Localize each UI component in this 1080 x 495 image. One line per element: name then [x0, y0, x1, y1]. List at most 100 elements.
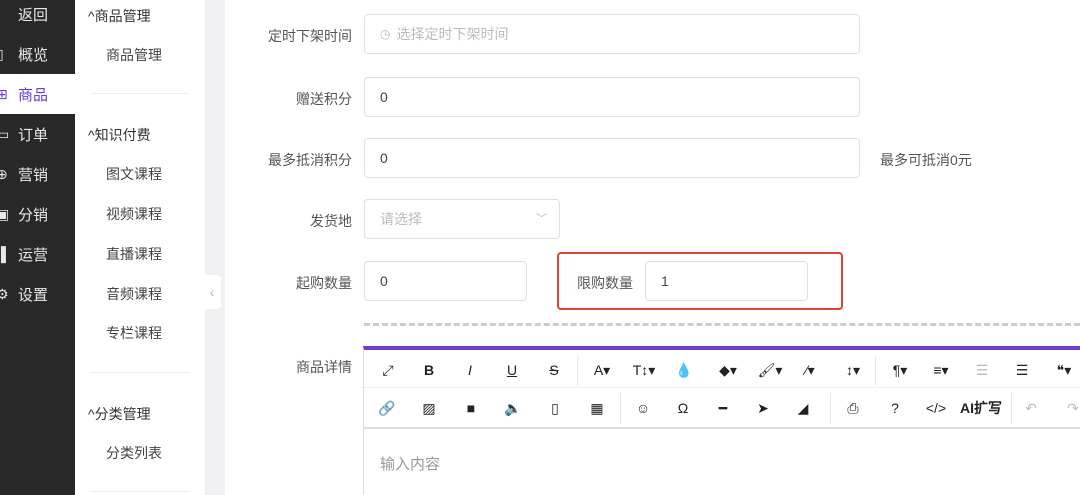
link-button[interactable]: 🔗 — [369, 390, 405, 426]
align-icon: ≡▾ — [933, 361, 949, 378]
select-icon: ➤ — [757, 399, 769, 416]
eraser-button[interactable]: ◢ — [785, 390, 821, 426]
nav-item-orders[interactable]: ▭ 订单 — [0, 114, 75, 154]
image-icon: ▨ — [422, 399, 436, 416]
redo-button[interactable]: ↷ — [1055, 390, 1080, 426]
submenu-group-knowledge[interactable]: ^知识付费 — [88, 125, 151, 145]
outdent-icon: ☰ — [975, 361, 989, 378]
help-button[interactable]: ? — [877, 390, 913, 426]
chevron-down-icon: ﹀ — [536, 213, 547, 225]
clock-icon: ◷ — [380, 27, 391, 41]
order-icon: ▭ — [0, 125, 10, 142]
fullscreen-button[interactable]: ⤢ — [370, 352, 406, 388]
undo-icon: ↶ — [1025, 399, 1037, 416]
submenu-group-category[interactable]: ^分类管理 — [88, 404, 151, 424]
video-button[interactable]: ■ — [453, 390, 489, 426]
underline-button[interactable]: U — [494, 352, 530, 388]
redo-icon: ↷ — [1067, 399, 1079, 416]
limit-buy-value: 1 — [661, 273, 669, 289]
editor-content[interactable]: 输入内容 — [380, 453, 440, 474]
toolbar-separator — [875, 356, 876, 386]
video-icon: ■ — [466, 400, 476, 416]
quote-button[interactable]: ❝▾ — [1046, 352, 1080, 388]
limit-buy-input[interactable]: 1 — [645, 261, 808, 301]
ship-from-label: 发货地 — [310, 213, 352, 229]
bold-icon: B — [423, 362, 435, 378]
submenu-item-category-list[interactable]: 分类列表 — [106, 443, 162, 463]
fullscreen-icon: ⤢ — [382, 361, 394, 378]
main-nav: ‹返回▯概览⊞商品 ▭ 订单 ⊕营销▣分销▐运营⚙设置 — [0, 0, 75, 495]
collapse-submenu-button[interactable]: ‹ — [203, 275, 221, 309]
points-input[interactable]: 0 — [364, 77, 860, 117]
min-buy-value: 0 — [380, 273, 388, 289]
max-deduct-hint: 最多可抵消0元 — [880, 152, 972, 168]
nav-item-distribution[interactable]: ▣ 分销 — [0, 194, 75, 234]
divider — [90, 372, 190, 373]
select-button[interactable]: ➤ — [745, 390, 781, 426]
submenu-group-goods[interactable]: ^商品管理 — [88, 6, 151, 26]
line-height-icon: ↕▾ — [845, 361, 861, 378]
rich-text-editor: ⤢ B I U S A▾ T↕▾ 💧 ◆▾ 🖌▾ ⁄▾ ↕▾ ¶▾ ≡▾ ☰ ☰ ❝▾ 🔗 ▨ ■ 🔈 ▯ ▦ ☺ Ω ━ ➤ ◢ ⎙… — [363, 346, 1080, 495]
nav-label: 订单 — [18, 126, 49, 144]
align-button[interactable]: ≡▾ — [923, 352, 959, 388]
ship-from-select[interactable]: 请选择 ﹀ — [364, 199, 560, 239]
undo-button[interactable]: ↶ — [1013, 390, 1049, 426]
bold-button[interactable]: B — [411, 352, 447, 388]
help-icon: ? — [891, 400, 899, 416]
nav-item-back[interactable]: ‹返回 — [0, 0, 75, 34]
file-button[interactable]: ▯ — [537, 390, 573, 426]
dashed-divider — [364, 323, 1080, 326]
limit-buy-label: 限购数量 — [577, 275, 633, 291]
paragraph-button[interactable]: ¶▾ — [882, 352, 918, 388]
toolbar-separator — [1011, 394, 1012, 424]
image-button[interactable]: ▨ — [411, 390, 447, 426]
strikethrough-button[interactable]: S — [536, 352, 572, 388]
submenu-item-live-course[interactable]: 直播课程 — [106, 244, 162, 264]
emoji-button[interactable]: ☺ — [625, 390, 661, 426]
indent-icon: ☰ — [1015, 361, 1029, 378]
hr-button[interactable]: ━ — [705, 390, 741, 426]
table-icon: ▦ — [590, 399, 604, 416]
nav-item-overview[interactable]: ▯概览 — [0, 34, 75, 74]
ship-from-placeholder: 请选择 — [380, 211, 422, 227]
submenu-item-goods-manage[interactable]: 商品管理 — [106, 45, 162, 65]
max-deduct-input[interactable]: 0 — [364, 138, 860, 178]
nav-label: 分销 — [18, 206, 49, 224]
offshelf-time-picker[interactable]: ◷ 选择定时下架时间 — [364, 14, 860, 54]
nav-item-operations[interactable]: ▐ 运营 — [0, 234, 75, 274]
paint-icon: 🖌▾ — [757, 361, 783, 378]
strikethrough-icon: S — [549, 362, 559, 378]
code-button[interactable]: </> — [918, 390, 954, 426]
magic-button[interactable]: ⁄▾ — [792, 352, 828, 388]
nav-item-marketing[interactable]: ⊕ 营销 — [0, 154, 75, 194]
special-char-button[interactable]: Ω — [665, 390, 701, 426]
print-button[interactable]: ⎙ — [835, 390, 871, 426]
audio-button[interactable]: 🔈 — [495, 390, 531, 426]
tag-button[interactable]: ◆▾ — [710, 352, 746, 388]
submenu-item-video-course[interactable]: 视频课程 — [106, 204, 162, 224]
toolbar-separator — [577, 356, 578, 386]
submenu-item-audio-course[interactable]: 音频课程 — [106, 284, 162, 304]
toolbar-row-1: ⤢ B I U S A▾ T↕▾ 💧 ◆▾ 🖌▾ ⁄▾ ↕▾ ¶▾ ≡▾ ☰ ☰ ❝▾ — [364, 352, 1080, 388]
nav-item-goods[interactable]: ⊞ 商品 — [0, 74, 75, 114]
min-buy-input[interactable]: 0 — [364, 261, 527, 301]
submenu-item-column-course[interactable]: 专栏课程 — [106, 323, 162, 343]
nav-item-settings[interactable]: ⚙ 设置 — [0, 274, 75, 314]
italic-icon: I — [468, 362, 472, 378]
italic-button[interactable]: I — [452, 352, 488, 388]
submenu-item-text-course[interactable]: 图文课程 — [106, 164, 162, 184]
indent-button[interactable]: ☰ — [1004, 352, 1040, 388]
color-button[interactable]: 💧 — [666, 352, 702, 388]
outdent-button[interactable]: ☰ — [964, 352, 1000, 388]
nav-label: 返回 — [18, 6, 49, 24]
ai-expand-icon: AI扩写 — [960, 400, 1002, 416]
line-height-button[interactable]: ↕▾ — [835, 352, 871, 388]
font-family-button[interactable]: A▾ — [584, 352, 620, 388]
quote-icon: ❝▾ — [1056, 361, 1072, 378]
table-button[interactable]: ▦ — [579, 390, 615, 426]
tag-icon: ◆▾ — [719, 361, 737, 378]
paragraph-icon: ¶▾ — [892, 361, 908, 378]
ai-expand-button[interactable]: AI扩写 — [956, 390, 1006, 426]
font-size-button[interactable]: T↕▾ — [626, 352, 662, 388]
paint-button[interactable]: 🖌▾ — [752, 352, 788, 388]
